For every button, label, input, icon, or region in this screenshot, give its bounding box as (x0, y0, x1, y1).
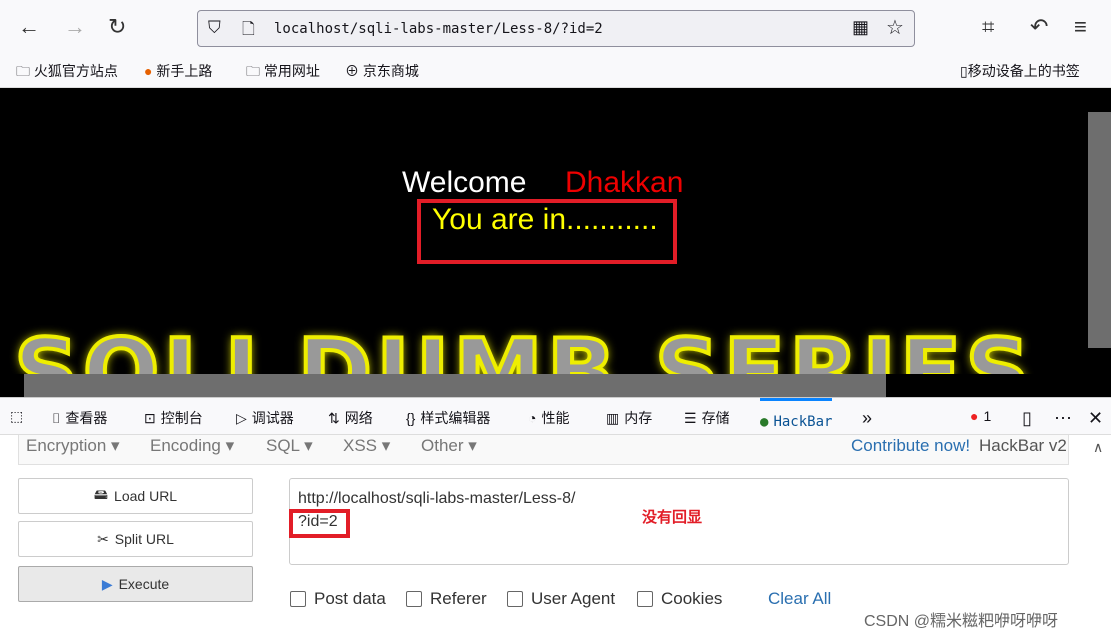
cookies-checkbox[interactable]: Cookies (637, 589, 722, 609)
checkbox-label: Post data (314, 589, 386, 608)
checkbox-label: Referer (430, 589, 487, 608)
devtools-toolbar: ⬚ ⌷ 查看器 ⊡ 控制台 ▷ 调试器 ⇅ 网络 {} 样式编辑器 ◔ 性能 ▥ 内存 ☰ 存储… (0, 397, 1111, 435)
error-badge[interactable]: ● 1 (970, 408, 991, 424)
tab-label: 网络 (344, 410, 373, 426)
tab-debugger[interactable]: ▷ 调试器 (236, 408, 294, 428)
bookmark-item[interactable]: ⊕ 京东商城 (345, 61, 419, 81)
hackbar-version: HackBar v2 (979, 436, 1067, 455)
menu-encoding[interactable]: Encoding ▾ (150, 436, 234, 456)
crop-icon[interactable]: ⌗ (982, 14, 994, 40)
bookmark-item[interactable]: ● 新手上路 (144, 61, 212, 81)
nav-toolbar: ← → ↻ ⛉ 🗋 localhost/sqli-labs-master/Les… (0, 0, 1111, 52)
referer-checkbox[interactable]: Referer (406, 589, 487, 609)
menu-label: XSS (343, 436, 378, 455)
vertical-scrollbar[interactable] (1088, 88, 1111, 374)
bookmark-item[interactable]: 🗀 常用网址 (246, 61, 320, 85)
url-text: localhost/sqli-labs-master/Less-8/?id=2 (274, 21, 603, 37)
bookmark-label: 移动设备上的书签 (967, 63, 1080, 79)
scissors-icon: ✂ (97, 530, 109, 547)
hackbar-panel: Encryption ▾ Encoding ▾ SQL ▾ XSS ▾ Othe… (0, 435, 1111, 636)
horizontal-scrollbar[interactable] (0, 374, 1111, 397)
button-label: Execute (118, 576, 170, 592)
tab-label: 样式编辑器 (420, 410, 491, 426)
menu-label: SQL (266, 436, 300, 455)
bookmark-label: 京东商城 (362, 63, 419, 79)
bookmark-item[interactable]: 🗀 火狐官方站点 (16, 61, 118, 85)
load-url-button[interactable]: 🖴 Load URL (18, 478, 253, 514)
shield-icon: ⛉ (208, 18, 221, 37)
annotation: 没有回显 (642, 508, 703, 526)
watermark: CSDN @糯米糍粑咿呀咿呀 (864, 613, 1059, 630)
tab-label: 存储 (701, 410, 730, 426)
clear-all-link[interactable]: Clear All (768, 589, 831, 609)
back-icon[interactable]: ← (18, 14, 40, 40)
tab-style-editor[interactable]: {} 样式编辑器 (406, 408, 490, 428)
picker-icon[interactable]: ⬚ (10, 408, 23, 425)
tab-network[interactable]: ⇅ 网络 (328, 408, 373, 428)
qr-icon[interactable]: ▦ (852, 17, 869, 38)
bookmark-label: 常用网址 (263, 63, 320, 79)
menu-other[interactable]: Other ▾ (421, 436, 477, 456)
tab-label: 内存 (624, 410, 653, 426)
menu-sql[interactable]: SQL ▾ (266, 436, 313, 456)
mobile-bookmarks[interactable]: ▯移动设备上的书签 (960, 61, 1080, 81)
hackbar-icon: ● (760, 414, 769, 430)
hackbar-menu: Encryption ▾ Encoding ▾ SQL ▾ XSS ▾ Othe… (18, 435, 1069, 465)
tab-inspector[interactable]: ⌷ 查看器 (52, 408, 107, 428)
page-content: Welcome Dhakkan You are in........... SQ… (0, 88, 1088, 374)
tab-label: 控制台 (160, 410, 203, 426)
user-name: Dhakkan (565, 166, 684, 199)
more-tabs-icon[interactable]: » (862, 408, 872, 429)
reload-icon[interactable]: ↻ (108, 14, 126, 40)
button-label: Split URL (114, 531, 174, 547)
banner-logo: SQLI DUMB SERIES (12, 318, 1035, 374)
split-url-button[interactable]: ✂ Split URL (18, 521, 253, 557)
button-label: Load URL (114, 488, 178, 504)
highlight-box (289, 509, 350, 538)
checkbox-label: Cookies (661, 589, 723, 608)
load-icon: 🖴 (93, 486, 109, 502)
forward-icon[interactable]: → (64, 14, 86, 40)
tab-label: 查看器 (65, 410, 108, 426)
checkbox-label: User Agent (531, 589, 616, 608)
tab-label: HackBar (773, 414, 833, 430)
page-icon: 🗋 (242, 21, 255, 38)
tab-performance[interactable]: ◔ 性能 (528, 408, 569, 428)
tab-memory[interactable]: ▥ 内存 (606, 408, 652, 428)
bookmark-label: 新手上路 (156, 63, 213, 79)
menu-icon[interactable]: ≡ (1074, 14, 1087, 40)
welcome-text: Welcome (402, 166, 527, 199)
tab-console[interactable]: ⊡ 控制台 (144, 408, 203, 428)
menu-label: Encryption (26, 436, 107, 455)
tab-storage[interactable]: ☰ 存储 (684, 408, 730, 428)
highlight-box (417, 199, 677, 264)
url-bar[interactable]: ⛉ 🗋 localhost/sqli-labs-master/Less-8/?i… (197, 10, 915, 47)
menu-xss[interactable]: XSS ▾ (343, 436, 390, 456)
tab-label: 性能 (541, 410, 570, 426)
undo-icon[interactable]: ↶ (1030, 14, 1048, 40)
menu-encryption[interactable]: Encryption ▾ (26, 436, 120, 456)
responsive-icon[interactable]: ▯ (1022, 408, 1032, 429)
contribute-link[interactable]: Contribute now! (851, 436, 970, 456)
bookmarks-bar: 🗀 火狐官方站点 ● 新手上路 🗀 常用网址 ⊕ 京东商城 ▯移动设备上的书签 (0, 52, 1111, 88)
more-icon[interactable]: ⋯ (1054, 408, 1072, 429)
close-icon[interactable]: ✕ (1088, 408, 1103, 429)
user-agent-checkbox[interactable]: User Agent (507, 589, 615, 609)
post-data-checkbox[interactable]: Post data (290, 589, 386, 609)
firefox-icon: ● (144, 63, 153, 79)
execute-button[interactable]: ▶ Execute (18, 566, 253, 602)
menu-label: Encoding (150, 436, 221, 455)
star-icon[interactable]: ☆ (886, 15, 904, 40)
tab-hackbar[interactable]: ● HackBar (760, 398, 833, 435)
tab-label: 调试器 (251, 410, 294, 426)
play-icon: ▶ (101, 575, 113, 592)
bookmark-label: 火狐官方站点 (33, 63, 118, 79)
scroll-up-icon[interactable]: ∧ (1093, 439, 1103, 456)
menu-label: Other (421, 436, 464, 455)
error-icon: ● (970, 408, 979, 424)
error-count: 1 (983, 408, 992, 424)
